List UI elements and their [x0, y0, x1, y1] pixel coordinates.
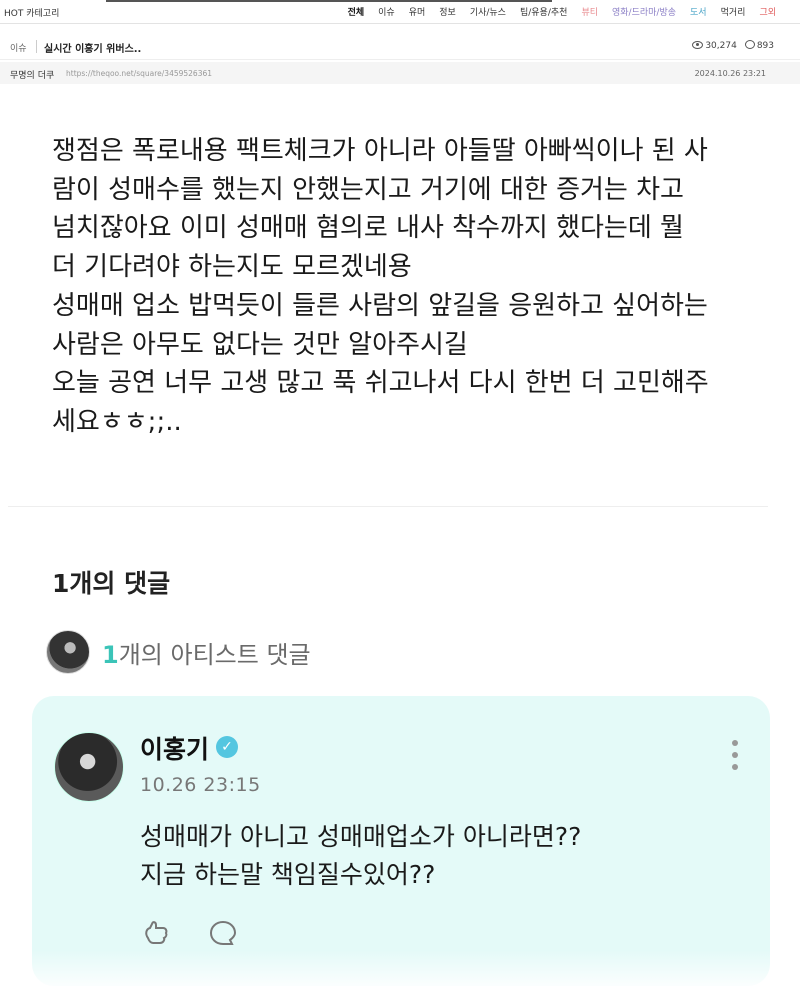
body-line: 성매매 업소 밥먹듯이 들른 사람의 앞길을 응원하고 싶어하는: [52, 290, 708, 321]
comment-line: 성매매가 아니고 성매매업소가 아니라면??: [140, 822, 582, 851]
like-icon[interactable]: [142, 918, 172, 948]
body-line: 람이 성매수를 했는지 안했는지고 거기에 대한 증거는 차고: [52, 174, 684, 205]
category-tabs: 전체 이슈 유머 정보 기사/뉴스 팁/유용/추천 뷰티 영화/드라마/방송 도서 먹거리 그외: [348, 5, 776, 18]
comment-line: 지금 하는말 책임질수있어??: [140, 860, 436, 889]
nav-tab[interactable]: 유머: [409, 5, 426, 18]
divider: [8, 506, 768, 507]
nav-tab[interactable]: 영화/드라마/방송: [612, 5, 676, 18]
body-line: 사람은 아무도 없다는 것만 알아주시길: [52, 329, 468, 360]
comment-text: 성매매가 아니고 성매매업소가 아니라면?? 지금 하는말 책임질수있어??: [140, 818, 581, 894]
comments-heading: 1개의 댓글: [52, 569, 171, 598]
body-line: 오늘 공연 너무 고생 많고 푹 쉬고나서 다시 한번 더 고민해주: [52, 368, 709, 399]
bottom-fade: [0, 950, 800, 986]
top-rule: [106, 0, 552, 2]
nav-tab[interactable]: 이슈: [378, 5, 395, 18]
top-nav-bar: HOT 카테고리 전체 이슈 유머 정보 기사/뉴스 팁/유용/추천 뷰티 영화/드라마/방송…: [0, 0, 800, 24]
body-line: 더 기다려야 하는지도 모르겠네용: [52, 252, 412, 283]
post-body: 쟁점은 폭로내용 팩트체크가 아니라 아들딸 아빠씩이나 된 사람이 성매수를 …: [52, 132, 772, 442]
comments-count: 893: [744, 40, 774, 51]
nav-tab[interactable]: 뷰티: [581, 5, 598, 18]
nav-tab[interactable]: 기사/뉴스: [470, 5, 506, 18]
comment-card: 이홍기 ✓ 10.26 23:15 성매매가 아니고 성매매업소가 아니라면??…: [32, 696, 770, 986]
post-stats: 30,274 893: [692, 40, 774, 51]
nav-tab[interactable]: 정보: [439, 5, 456, 18]
post-meta-row: 무명의 더쿠 https://theqoo.net/square/3459526…: [0, 62, 800, 84]
views-value: 30,274: [705, 40, 737, 51]
verified-badge-icon: ✓: [216, 736, 238, 758]
body-line: 쟁점은 폭로내용 팩트체크가 아니라 아들딸 아빠씩이나 된 사: [52, 136, 708, 166]
post-url[interactable]: https://theqoo.net/square/3459526361: [66, 69, 212, 78]
artist-avatar: [46, 630, 90, 674]
body-line: 세요ㅎㅎ;;..: [52, 406, 182, 437]
nav-tab[interactable]: 팁/유용/추천: [520, 5, 567, 18]
hot-category-menu[interactable]: HOT 카테고리: [4, 6, 59, 19]
artist-comment-text: 개의 아티스트 댓글: [118, 640, 311, 669]
post-category[interactable]: 이슈: [10, 41, 27, 54]
category-label: 카테고리: [26, 9, 60, 19]
artist-comments-label: 1개의 아티스트 댓글: [102, 635, 311, 670]
reply-icon[interactable]: [208, 918, 238, 948]
comment-time: 10.26 23:15: [140, 774, 261, 796]
eye-icon: [692, 40, 704, 49]
author-name: 무명의 더쿠: [10, 71, 55, 81]
nav-tab[interactable]: 도서: [690, 5, 707, 18]
comments-value: 893: [756, 41, 774, 51]
post-date: 2024.10.26 23:21: [694, 69, 766, 78]
nav-tab[interactable]: 전체: [348, 5, 365, 18]
comment-bubble-icon: [744, 40, 755, 49]
nav-tab[interactable]: 먹거리: [721, 5, 746, 18]
views-count: 30,274: [692, 40, 737, 51]
artist-comment-count: 1: [102, 640, 119, 669]
artist-comments-filter[interactable]: 1개의 아티스트 댓글: [46, 630, 311, 674]
divider: [36, 40, 37, 53]
post-title-row: 이슈 실시간 이홍기 위버스.. 30,274 893: [0, 34, 800, 60]
commenter-name[interactable]: 이홍기: [140, 730, 209, 766]
commenter-avatar[interactable]: [54, 732, 124, 802]
hot-label: HOT: [4, 9, 24, 19]
post-title: 실시간 이홍기 위버스..: [44, 44, 142, 55]
nav-tab[interactable]: 그외: [759, 5, 776, 18]
more-options-icon[interactable]: [732, 740, 738, 776]
body-line: 넘치잖아요 이미 성매매 혐의로 내사 착수까지 했다는데 뭘: [52, 213, 684, 244]
